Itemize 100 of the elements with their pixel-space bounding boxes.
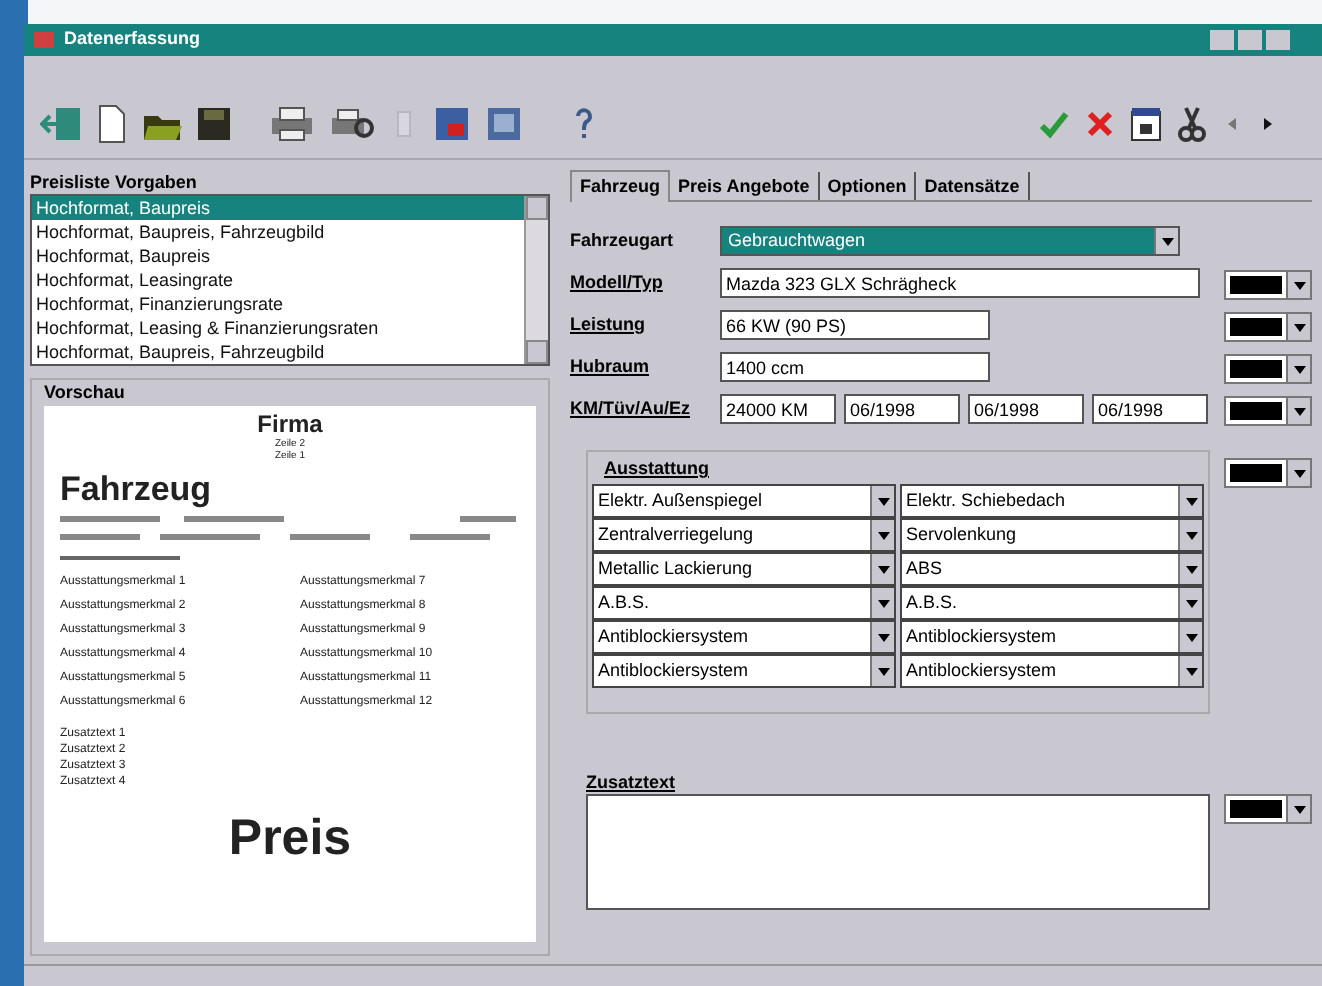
scrollbar[interactable] <box>524 196 548 364</box>
dropdown-arrow-button[interactable] <box>870 588 894 618</box>
caret-icon <box>877 497 889 505</box>
extra-text-field[interactable] <box>586 794 1210 910</box>
help-icon[interactable] <box>572 103 596 143</box>
caret-icon <box>1185 599 1197 607</box>
dropdown-arrow-button[interactable] <box>1178 486 1202 516</box>
dropdown-arrow-button[interactable] <box>1178 520 1202 550</box>
caret-icon <box>1161 237 1173 245</box>
equipment-dropdown[interactable]: Antiblockiersystem <box>900 620 1204 654</box>
text-field[interactable]: 1400 ccm <box>720 352 990 382</box>
list-item[interactable]: Hochformat, Baupreis <box>32 196 524 220</box>
dropdown-arrow-button[interactable] <box>1178 554 1202 584</box>
color-picker-dropdown[interactable] <box>1224 396 1312 426</box>
dropdown-arrow-button[interactable] <box>1178 656 1202 686</box>
caret-icon <box>1293 281 1305 289</box>
dropdown-arrow-button[interactable] <box>1286 356 1310 382</box>
equipment-dropdown[interactable]: Metallic Lackierung <box>592 552 896 586</box>
dropdown-arrow-button[interactable] <box>1286 460 1310 486</box>
list-item[interactable]: Hochformat, Baupreis <box>32 244 524 268</box>
equipment-dropdown[interactable]: Antiblockiersystem <box>592 620 896 654</box>
dropdown-arrow-button[interactable] <box>1286 272 1310 298</box>
dropdown-arrow-button[interactable] <box>870 486 894 516</box>
dropdown-arrow-button[interactable] <box>1154 228 1178 254</box>
caret-icon <box>1293 323 1305 331</box>
equipment-dropdown[interactable]: Elektr. Schiebedach <box>900 484 1204 518</box>
color-picker-dropdown[interactable] <box>1224 458 1312 488</box>
color-picker-dropdown[interactable] <box>1224 270 1312 300</box>
caret-icon <box>877 599 889 607</box>
cancel-icon[interactable] <box>1086 109 1114 137</box>
equipment-label: Ausstattung <box>604 456 711 482</box>
form-icon[interactable] <box>1130 105 1162 141</box>
color-picker-dropdown[interactable] <box>1224 312 1312 342</box>
equipment-dropdown[interactable]: Servolenkung <box>900 518 1204 552</box>
tab[interactable]: Datensätze <box>916 172 1030 200</box>
dropdown-arrow-button[interactable] <box>870 622 894 652</box>
save-icon[interactable] <box>196 103 232 143</box>
equipment-dropdown[interactable]: Zentralverriegelung <box>592 518 896 552</box>
tab[interactable]: Optionen <box>819 172 917 200</box>
dropdown-arrow-button[interactable] <box>1286 314 1310 340</box>
app-icon <box>32 30 56 50</box>
equipment-dropdown[interactable]: Elektr. Außenspiegel <box>592 484 896 518</box>
database-icon[interactable] <box>484 103 524 143</box>
price-heading: Preis <box>226 810 354 866</box>
color-picker-dropdown[interactable] <box>1224 354 1312 384</box>
database-export-icon[interactable] <box>432 103 472 143</box>
text-field[interactable]: 66 KW (90 PS) <box>720 310 990 340</box>
dropdown-arrow-button[interactable] <box>870 656 894 686</box>
window-title: Datenerfassung <box>64 26 201 53</box>
checkmark-icon[interactable] <box>1038 107 1070 139</box>
color-swatch <box>1230 800 1282 818</box>
list-item[interactable]: Hochformat, Baupreis, Fahrzeugbild <box>32 220 524 244</box>
new-document-icon[interactable] <box>96 103 128 143</box>
list-item[interactable]: Hochformat, Leasing & Finanzierungsraten <box>32 316 524 340</box>
equipment-dropdown[interactable]: Antiblockiersystem <box>900 654 1204 688</box>
printer-icon[interactable] <box>268 103 316 143</box>
list-item[interactable]: Hochformat, Leasingrate <box>32 268 524 292</box>
text-field[interactable]: 06/1998 <box>968 394 1084 424</box>
company-heading: Firma <box>255 410 325 438</box>
list-item[interactable]: Hochformat, Baupreis, Fahrzeugbild <box>32 340 524 364</box>
caret-icon <box>877 531 889 539</box>
field-label: KM/Tüv/Au/Ez <box>570 395 692 422</box>
caret-icon <box>1185 531 1197 539</box>
equipment-dropdown[interactable]: Antiblockiersystem <box>592 654 896 688</box>
dropdown-arrow-button[interactable] <box>870 554 894 584</box>
exit-door-icon[interactable] <box>40 103 84 143</box>
caret-icon <box>1185 633 1197 641</box>
caret-icon <box>1293 469 1305 477</box>
text-field[interactable]: 06/1998 <box>844 394 960 424</box>
scissors-icon[interactable] <box>1178 105 1206 141</box>
presets-label: Preisliste Vorgaben <box>30 170 199 194</box>
text-field[interactable]: 24000 KM <box>720 394 836 424</box>
list-item[interactable]: Hochformat, Finanzierungsrate <box>32 292 524 316</box>
caret-icon <box>877 565 889 573</box>
text-field[interactable]: Mazda 323 GLX Schrägheck <box>720 268 1200 298</box>
caret-icon <box>1293 407 1305 415</box>
equipment-dropdown[interactable]: A.B.S. <box>900 586 1204 620</box>
dropdown-arrow-button[interactable] <box>1286 398 1310 424</box>
print-preview-icon[interactable] <box>328 103 376 143</box>
dropdown-arrow-button[interactable] <box>1286 796 1310 822</box>
caret-icon <box>1185 667 1197 675</box>
dropdown-arrow-button[interactable] <box>1178 622 1202 652</box>
equipment-dropdown[interactable]: A.B.S. <box>592 586 896 620</box>
caret-icon <box>1293 805 1305 813</box>
extra-text-label: Zusatztext <box>586 770 678 794</box>
equipment-dropdown[interactable]: ABS <box>900 552 1204 586</box>
vehicle-type-dropdown[interactable]: Gebrauchtwagen <box>720 226 1180 256</box>
dropdown-arrow-button[interactable] <box>870 520 894 550</box>
dropdown-arrow-button[interactable] <box>1178 588 1202 618</box>
color-picker-dropdown[interactable] <box>1224 794 1312 824</box>
color-swatch <box>1230 402 1282 420</box>
field-label: Modell/Typ <box>570 269 665 296</box>
preview-label: Vorschau <box>44 380 127 406</box>
field-label: Fahrzeugart <box>570 227 676 254</box>
caret-icon <box>1185 497 1197 505</box>
text-field[interactable]: 06/1998 <box>1092 394 1208 424</box>
color-swatch <box>1230 360 1282 378</box>
tab[interactable]: Preis Angebote <box>670 172 820 200</box>
field-label: Leistung <box>570 311 647 338</box>
tab[interactable]: Fahrzeug <box>570 170 671 202</box>
